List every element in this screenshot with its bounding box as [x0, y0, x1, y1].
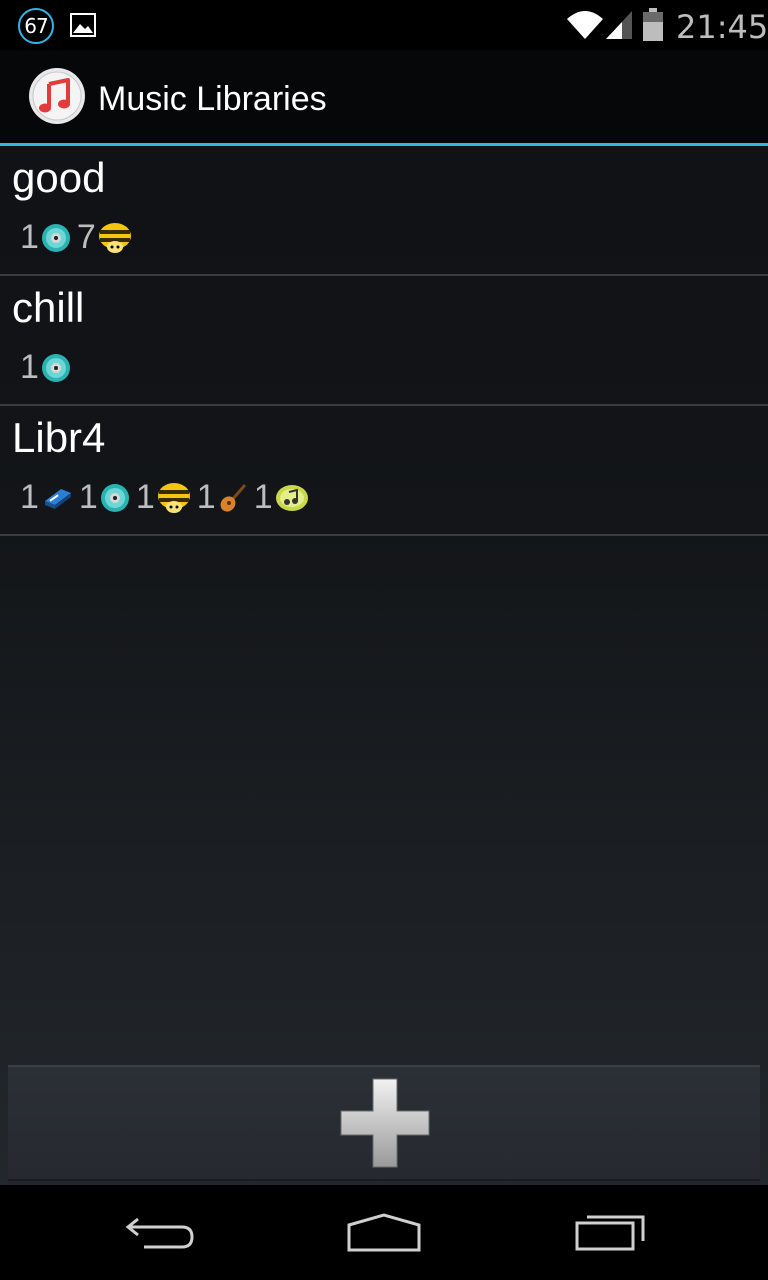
navigation-bar [0, 1185, 768, 1280]
stat-item: 1 [20, 478, 73, 517]
stat-count: 1 [20, 348, 39, 386]
stat-count: 1 [253, 478, 273, 516]
home-icon[interactable] [346, 1213, 422, 1253]
page-title: Music Libraries [98, 80, 327, 118]
library-name: good [12, 154, 106, 201]
stat-count: 1 [78, 478, 98, 516]
plus-icon [340, 1078, 430, 1168]
stat-item: 1 [79, 478, 130, 517]
gallery-icon [70, 13, 96, 37]
stat-item: 1 [197, 478, 248, 517]
stat-count: 1 [20, 218, 39, 256]
stat-count: 1 [196, 478, 216, 516]
bee-icon [157, 482, 190, 513]
clock: 21:45 [676, 8, 768, 46]
action-bar: Music Libraries [0, 50, 768, 143]
library-name: Libr4 [12, 414, 106, 461]
library-list: good 1 7 chill 1 Libr4 1 1 1 1 1 [0, 146, 768, 536]
library-stats: 1 [20, 348, 77, 387]
add-library-button[interactable] [8, 1065, 760, 1181]
library-row-chill[interactable]: chill 1 [0, 276, 768, 406]
music-note-icon[interactable] [28, 67, 86, 125]
stat-item: 1 [254, 478, 309, 517]
status-bar: 67 21:45 [0, 0, 768, 50]
stat-count: 1 [20, 478, 39, 516]
blue-piano-icon [44, 488, 71, 509]
stat-item: 1 [136, 478, 191, 517]
library-stats: 1 1 1 1 1 [20, 478, 315, 517]
library-stats: 1 7 [20, 218, 138, 257]
cd-icon [41, 353, 70, 382]
wifi-icon [567, 11, 603, 39]
library-row-libr4[interactable]: Libr4 1 1 1 1 1 [0, 406, 768, 536]
stat-item: 7 [77, 218, 132, 257]
library-row-good[interactable]: good 1 7 [0, 146, 768, 276]
bee-icon [98, 222, 131, 253]
library-name: chill [12, 284, 85, 331]
stat-count: 7 [76, 218, 96, 256]
stat-count: 1 [135, 478, 155, 516]
recent-apps-icon[interactable] [574, 1209, 646, 1253]
back-icon[interactable] [124, 1213, 196, 1253]
signal-icon [606, 11, 632, 39]
battery-icon [643, 8, 663, 41]
notification-count-badge: 67 [18, 8, 54, 44]
music-disc-icon [275, 484, 308, 511]
stat-item: 1 [20, 348, 71, 387]
guitar-icon [220, 483, 246, 512]
cd-icon [41, 223, 70, 252]
stat-item: 1 [20, 218, 71, 257]
cd-icon [100, 483, 129, 512]
